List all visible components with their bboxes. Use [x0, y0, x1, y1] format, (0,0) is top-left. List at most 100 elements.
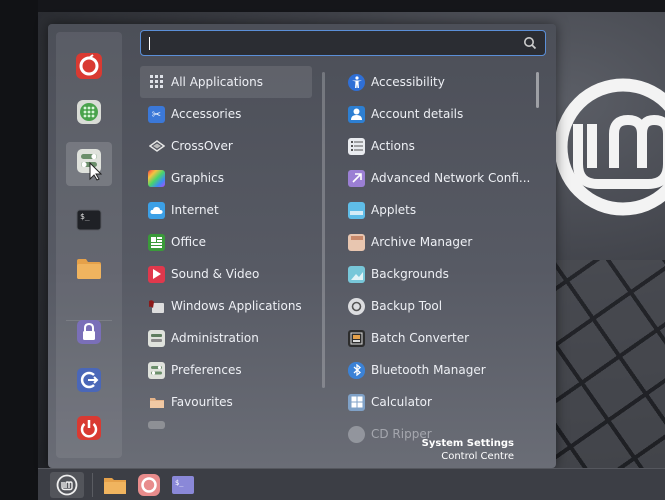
app-actions[interactable]: Actions — [342, 130, 536, 162]
app-label: Calculator — [371, 395, 432, 409]
category-divider — [322, 72, 325, 388]
admin-icon — [148, 329, 165, 347]
panel-launcher-firefox[interactable] — [134, 472, 164, 498]
wallpaper-pattern — [540, 260, 665, 480]
wine-icon — [148, 298, 165, 315]
terminal-icon: $_ — [172, 476, 194, 494]
cd-ripper-icon — [348, 425, 365, 443]
fav-terminal[interactable]: $_ — [66, 198, 112, 242]
cloud-icon — [148, 201, 165, 219]
linux-mint-logo — [554, 78, 665, 216]
fav-system-settings[interactable] — [66, 142, 112, 186]
application-list: Accessibility Account details Actions Ad… — [342, 66, 536, 446]
category-preferences[interactable]: Preferences — [140, 354, 312, 386]
software-manager-icon — [77, 100, 101, 124]
app-accessibility[interactable]: Accessibility — [342, 66, 536, 98]
search-box[interactable] — [140, 30, 546, 56]
category-favourites[interactable]: Favourites — [140, 386, 312, 418]
app-calculator[interactable]: Calculator — [342, 386, 536, 418]
category-label: Graphics — [171, 171, 224, 185]
app-label: Backup Tool — [371, 299, 443, 313]
generic-icon — [148, 421, 165, 429]
app-label: Archive Manager — [371, 235, 473, 249]
app-label: Backgrounds — [371, 267, 449, 281]
applets-icon — [348, 201, 365, 219]
svg-text:$_: $_ — [80, 212, 90, 221]
panel-launcher-files[interactable] — [100, 472, 130, 498]
menu-button[interactable] — [50, 472, 84, 498]
scissors-icon: ✂ — [148, 105, 165, 123]
folder-icon — [104, 478, 126, 494]
archive-icon — [348, 233, 365, 251]
category-office[interactable]: Office — [140, 226, 312, 258]
app-bluetooth-manager[interactable]: Bluetooth Manager — [342, 354, 536, 386]
category-accessories[interactable]: ✂ Accessories — [140, 98, 312, 130]
crossover-icon — [148, 138, 165, 155]
app-backup-tool[interactable]: Backup Tool — [342, 290, 536, 322]
backgrounds-icon — [348, 265, 365, 283]
lock-icon — [77, 320, 101, 344]
app-account-details[interactable]: Account details — [342, 98, 536, 130]
graphics-icon — [148, 169, 165, 187]
panel-separator — [92, 473, 93, 497]
app-label: Accessibility — [371, 75, 445, 89]
app-backgrounds[interactable]: Backgrounds — [342, 258, 536, 290]
network-icon — [348, 169, 365, 187]
batch-converter-icon — [348, 329, 365, 347]
category-all-applications[interactable]: All Applications — [140, 66, 312, 98]
logout-icon — [77, 368, 101, 392]
category-label: Administration — [171, 331, 259, 345]
calculator-icon — [348, 393, 365, 411]
user-icon — [348, 105, 365, 123]
category-label: Accessories — [171, 107, 242, 121]
app-list-scrollbar[interactable] — [536, 72, 539, 108]
folder-icon — [77, 259, 101, 279]
text-cursor — [149, 36, 150, 50]
category-label: Windows Applications — [171, 299, 302, 313]
fav-software-manager[interactable] — [66, 90, 112, 134]
power-icon — [77, 416, 101, 440]
backup-icon — [348, 297, 365, 315]
category-label: All Applications — [171, 75, 263, 89]
category-partial — [140, 418, 312, 432]
preferences-icon — [148, 361, 165, 379]
fav-firefox[interactable] — [66, 44, 112, 88]
screen-bezel-left — [0, 0, 38, 500]
taskbar-panel: $_ — [38, 468, 665, 500]
category-windows-applications[interactable]: Windows Applications — [140, 290, 312, 322]
app-label: Batch Converter — [371, 331, 470, 345]
grid-icon — [148, 74, 165, 91]
bluetooth-icon — [348, 361, 365, 379]
category-label: Office — [171, 235, 207, 249]
app-batch-converter[interactable]: Batch Converter — [342, 322, 536, 354]
lock-screen-button[interactable] — [66, 310, 112, 354]
category-label: Preferences — [171, 363, 242, 377]
search-input[interactable] — [152, 36, 523, 50]
category-crossover[interactable]: CrossOver — [140, 130, 312, 162]
linux-mint-menu-icon — [56, 474, 78, 496]
category-label: Internet — [171, 203, 219, 217]
app-applets[interactable]: Applets — [342, 194, 536, 226]
screen-bezel-top — [0, 0, 665, 12]
app-label: Account details — [371, 107, 464, 121]
accessibility-icon — [348, 73, 365, 91]
category-internet[interactable]: Internet — [140, 194, 312, 226]
app-archive-manager[interactable]: Archive Manager — [342, 226, 536, 258]
selected-app-info: System Settings Control Centre — [380, 437, 514, 463]
category-administration[interactable]: Administration — [140, 322, 312, 354]
firefox-icon — [138, 474, 160, 496]
app-advanced-network-configuration[interactable]: Advanced Network Confi... — [342, 162, 536, 194]
panel-launcher-terminal[interactable]: $_ — [168, 472, 198, 498]
shutdown-button[interactable] — [66, 406, 112, 450]
category-sound-video[interactable]: Sound & Video — [140, 258, 312, 290]
logout-button[interactable] — [66, 358, 112, 402]
terminal-icon: $_ — [76, 209, 102, 231]
actions-icon — [348, 137, 365, 155]
firefox-icon — [76, 53, 102, 79]
category-label: Sound & Video — [171, 267, 260, 281]
favourites-sidebar: $_ — [56, 32, 122, 458]
play-icon — [148, 265, 165, 283]
category-graphics[interactable]: Graphics — [140, 162, 312, 194]
search-icon[interactable] — [523, 36, 537, 50]
fav-files[interactable] — [66, 246, 112, 290]
